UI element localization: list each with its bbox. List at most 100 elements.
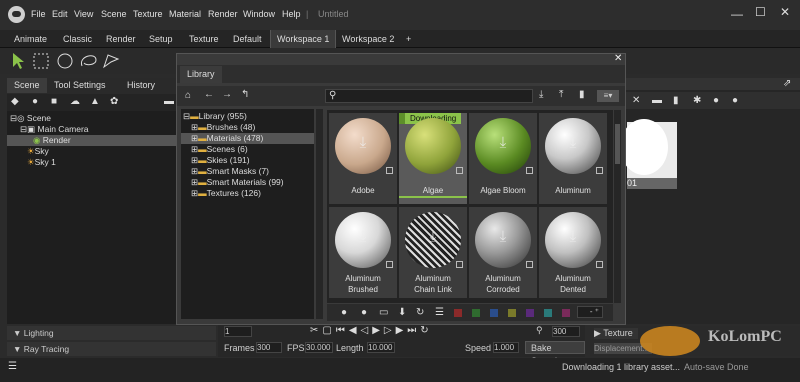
tile-checkbox[interactable] [456,167,463,174]
download-icon[interactable]: ⬇ [398,307,406,318]
menu-help[interactable]: Help [282,9,301,19]
tile-checkbox[interactable] [526,261,533,268]
download-icon[interactable]: ⤓ [539,89,543,100]
tile-checkbox[interactable] [596,167,603,174]
speed-field[interactable] [493,342,519,353]
material-tile-aluminum-dented[interactable]: ⤓ Aluminum Dented [539,207,607,298]
material-tile-aluminum-chain-link[interactable]: ⤓ Aluminum Chain Link [399,207,467,298]
scrollbar-thumb[interactable] [615,124,620,164]
color-filter-swatch[interactable] [562,309,570,317]
color-filter-swatch[interactable] [454,309,462,317]
menu-window[interactable]: Window [243,9,275,19]
material-tile-algae-bloom[interactable]: ⤓ Algae Bloom [469,113,537,204]
camera-icon[interactable]: ■ [51,96,57,107]
dialog-close-icon[interactable]: ✕ [614,53,622,64]
tree-scrollbar[interactable] [316,109,323,319]
tab-history[interactable]: History [120,78,162,93]
lib-tree-skies[interactable]: ⊞▬Skies (191) [191,155,250,166]
lib-tree-smart-masks[interactable]: ⊞▬Smart Masks (7) [191,166,269,177]
home-icon[interactable]: ⌂ [185,90,191,101]
light-preview-icon[interactable]: ● [361,307,367,318]
color-filter-swatch[interactable] [508,309,516,317]
tree-item-scene[interactable]: ⊟◎ Scene [10,113,51,124]
back-arrow-icon[interactable]: ← [204,89,214,100]
section-lighting[interactable]: ▼ Lighting [7,326,216,340]
palette-icon[interactable]: ✿ [110,96,118,107]
settings-icon[interactable]: ✱ [693,95,701,106]
close-x-icon[interactable]: ✕ [632,95,640,106]
folder-icon[interactable]: ▬ [164,96,174,107]
zoom-stepper[interactable]: - ⁺ [577,306,603,318]
bake-speed-button[interactable]: Bake Speed [525,341,585,366]
menu-texture[interactable]: Texture [133,9,163,19]
end-frame-field[interactable] [552,326,580,337]
tile-checkbox[interactable] [386,167,393,174]
material-tile-aluminum-brushed[interactable]: ⤓ Aluminum Brushed [329,207,397,298]
tile-checkbox[interactable] [526,167,533,174]
cube-icon[interactable]: ◆ [11,96,19,107]
maximize-icon[interactable]: ☐ [755,5,766,19]
close-window-icon[interactable]: ✕ [780,5,790,19]
sky-icon[interactable]: ☁ [70,96,80,107]
lib-tree-library[interactable]: ⊟▬Library (955) [183,111,247,122]
tab-workspace-1[interactable]: Workspace 1 [270,30,337,48]
menu-lines-icon[interactable]: ☰ [8,361,17,372]
material-tile-aluminum[interactable]: ⤓ Aluminum [539,113,607,204]
color-filter-swatch[interactable] [472,309,480,317]
list-icon[interactable]: ☰ [435,307,444,318]
length-field[interactable] [367,342,395,353]
library-search-input[interactable]: ⚲ [325,89,533,103]
tree-item-render[interactable]: ◉ Render [33,135,71,146]
tab-render[interactable]: Render [100,30,142,48]
tab-animate[interactable]: Animate [8,30,53,48]
light-icon[interactable]: ● [32,96,38,107]
minimize-icon[interactable]: — [731,7,743,21]
frames-field[interactable] [256,342,282,353]
menu-scene[interactable]: Scene [101,9,127,19]
lib-tree-materials[interactable]: ⊞▬Materials (478) [191,133,263,144]
popout-icon[interactable]: ⇗ [783,78,791,89]
trash-icon[interactable]: ▮ [579,89,585,100]
lib-tree-smart-materials[interactable]: ⊞▬Smart Materials (99) [191,177,284,188]
tile-checkbox[interactable] [596,261,603,268]
tab-classic[interactable]: Classic [57,30,98,48]
refresh-icon[interactable]: ● [732,95,738,106]
refresh-icon[interactable]: ↻ [416,307,424,318]
house-icon[interactable]: ▲ [90,96,100,107]
tile-checkbox[interactable] [386,261,393,268]
folder-icon[interactable]: ▬ [652,95,662,106]
monitor-icon[interactable]: ▭ [379,307,388,318]
material-tile-algae[interactable]: Downloading Algae [399,113,467,204]
tree-item-main-camera[interactable]: ⊟▣ Main Camera [20,124,89,135]
upload-icon[interactable]: ⤒ [559,89,563,100]
grid-scrollbar[interactable] [614,110,621,303]
material-tile-adobe[interactable]: ⤓ Adobe [329,113,397,204]
tab-library[interactable]: Library [180,66,222,83]
menu-edit[interactable]: Edit [52,9,68,19]
menu-material[interactable]: Material [169,9,201,19]
tab-setup[interactable]: Setup [143,30,179,48]
view-menu-button[interactable]: ≡▾ [597,90,619,102]
material-tile-aluminum-corroded[interactable]: ⤓ Aluminum Corroded [469,207,537,298]
frame-field[interactable] [224,326,252,337]
texture-section[interactable]: ▶ Texture [594,328,638,339]
add-workspace-button[interactable]: + [400,30,417,48]
tab-default[interactable]: Default [227,30,268,48]
color-filter-swatch[interactable] [490,309,498,317]
tab-tool-settings[interactable]: Tool Settings [47,78,113,93]
tile-checkbox[interactable] [456,261,463,268]
fps-field[interactable] [305,342,333,353]
keyframe-icon[interactable]: ⚲ [536,325,543,336]
lib-tree-scenes[interactable]: ⊞▬Scenes (6) [191,144,248,155]
tab-workspace-2[interactable]: Workspace 2 [336,30,400,48]
up-arrow-icon[interactable]: ↰ [241,89,249,100]
section-ray-tracing[interactable]: ▼ Ray Tracing [7,342,216,356]
sphere-preview-icon[interactable]: ● [341,307,347,318]
tab-texture[interactable]: Texture [183,30,225,48]
color-filter-swatch[interactable] [544,309,552,317]
menu-view[interactable]: View [74,9,93,19]
check-icon[interactable]: ● [713,95,719,106]
lib-tree-brushes[interactable]: ⊞▬Brushes (48) [191,122,255,133]
forward-arrow-icon[interactable]: → [222,89,232,100]
playback-controls[interactable]: ✂▢⏮◀◁▶▷▶⏭↻ [310,325,433,336]
